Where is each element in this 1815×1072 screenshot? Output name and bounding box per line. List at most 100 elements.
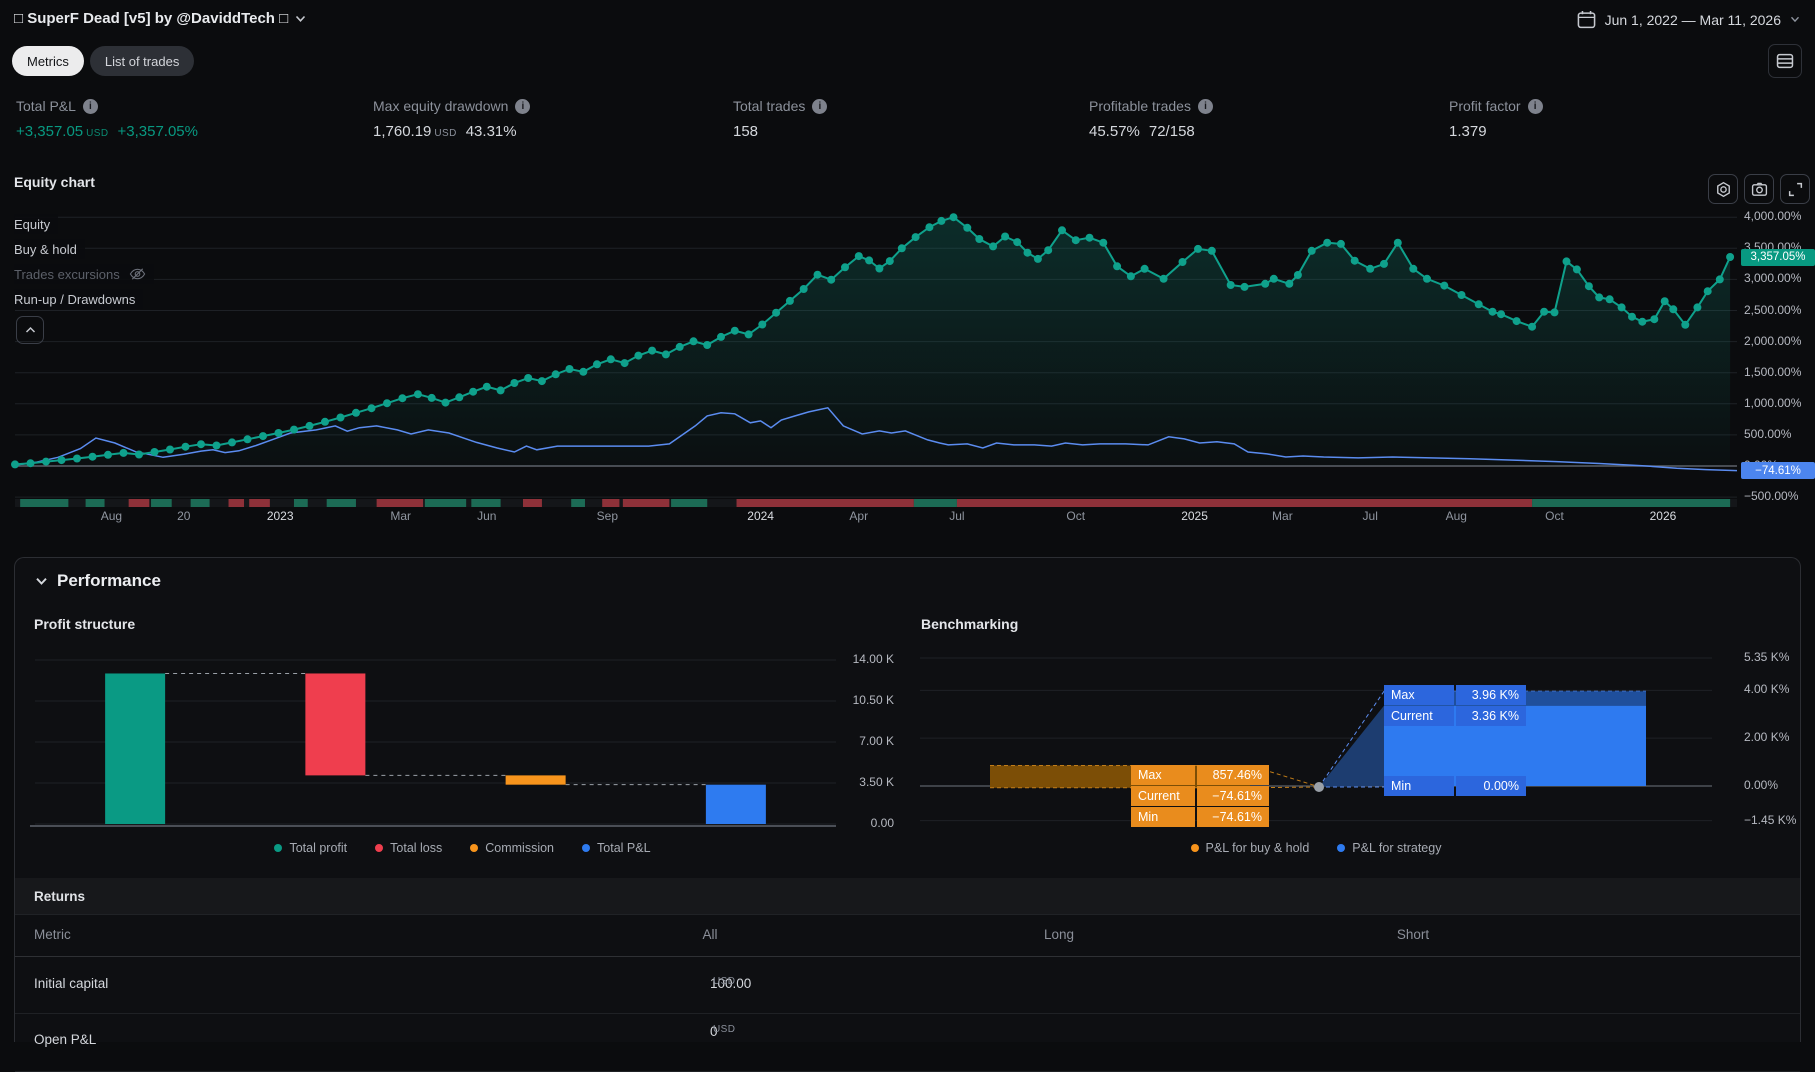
tooltip-value: 857.46% xyxy=(1197,765,1269,785)
tooltip-label: Max xyxy=(1131,765,1195,785)
benchmarking-chart[interactable] xyxy=(900,645,1815,860)
y-axis-label: 500.00% xyxy=(1744,426,1792,441)
legend-item-trades-excursions[interactable]: Trades excursions xyxy=(14,264,154,284)
tooltip-label: Min xyxy=(1384,776,1454,796)
tab-list-of-trades[interactable]: List of trades xyxy=(89,46,195,76)
date-range-label: Jun 1, 2022 — Mar 11, 2026 xyxy=(1604,11,1781,28)
waterfall-bar[interactable] xyxy=(505,775,566,785)
y-axis-label: 0.00% xyxy=(1744,778,1779,792)
chevron-down-icon xyxy=(296,15,306,22)
legend-dot-icon xyxy=(582,844,591,852)
trade-period-segment xyxy=(424,499,467,507)
legend-label: Run-up / Drawdowns xyxy=(14,291,136,307)
benchmarking-title: Benchmarking xyxy=(921,616,1019,632)
x-axis-label: Apr xyxy=(849,509,869,523)
returns-table-header: Metric All Long Short xyxy=(15,914,1800,957)
column-header-long: Long xyxy=(1043,927,1075,942)
stat-extra: 43.31% xyxy=(465,123,517,140)
stat-value: 1,760.19 xyxy=(373,123,432,140)
waterfall-bar[interactable] xyxy=(105,673,166,824)
tooltip-label: Current xyxy=(1131,786,1195,806)
waterfall-bar[interactable] xyxy=(305,673,366,776)
stat-value: +3,357.05 xyxy=(16,123,84,140)
info-icon[interactable]: i xyxy=(1527,98,1543,114)
rows-icon xyxy=(1776,53,1794,69)
info-icon[interactable]: i xyxy=(812,98,828,114)
stat-extra: 72/158 xyxy=(1148,123,1195,140)
stat-label: Profit factor xyxy=(1449,98,1521,114)
eye-off-icon[interactable] xyxy=(129,267,146,281)
trade-period-segment xyxy=(376,499,424,507)
trade-period-segment xyxy=(20,499,69,507)
legend-label: Commission xyxy=(485,841,555,855)
table-row: Open P&L 0 USD xyxy=(15,1014,1800,1072)
chevron-down-icon xyxy=(36,577,47,585)
legend-item-runup-drawdowns[interactable]: Run-up / Drawdowns xyxy=(14,289,144,309)
stat-label: Total trades xyxy=(733,98,806,114)
camera-icon xyxy=(1751,182,1767,196)
tooltip-row: Current 3.36 K% xyxy=(1384,706,1526,726)
y-axis-label: 1,500.00% xyxy=(1744,364,1802,379)
legend-label: P&L for buy & hold xyxy=(1205,841,1310,855)
legend-label: Buy & hold xyxy=(14,241,77,257)
tooltip-label: Min xyxy=(1131,807,1195,827)
legend-item-buy-hold[interactable]: Buy & hold xyxy=(14,239,85,259)
x-axis-label: 2025 xyxy=(1181,509,1208,523)
strategy-tooltip-min: Min 0.00% xyxy=(1384,776,1526,797)
equity-chart[interactable] xyxy=(0,200,1815,512)
x-axis-label: Sep xyxy=(596,509,619,523)
trade-period-segment xyxy=(249,499,270,507)
x-axis-label: Jun xyxy=(477,509,497,523)
expand-icon xyxy=(1788,182,1802,196)
y-axis-label: 0.00 xyxy=(870,816,894,830)
stat-profit-factor: Profit factor i 1.379 xyxy=(1449,96,1543,140)
profit-structure-legend: Total profit Total loss Commission Total P&… xyxy=(35,841,890,855)
stat-label: Max equity drawdown xyxy=(373,98,509,114)
tab-metrics[interactable]: Metrics xyxy=(12,46,84,76)
performance-header[interactable]: Performance xyxy=(35,571,161,591)
trade-period-strip xyxy=(15,499,1737,507)
x-axis-label: Mar xyxy=(1272,509,1293,523)
returns-table-body: Initial capital 100.00 USD Open P&L 0 USD xyxy=(15,956,1800,1072)
profit-structure-title: Profit structure xyxy=(34,616,136,632)
date-range-picker[interactable]: Jun 1, 2022 — Mar 11, 2026 xyxy=(1577,10,1800,29)
tooltip-value: −74.61% xyxy=(1197,786,1269,806)
layout-rows-button[interactable] xyxy=(1768,44,1802,78)
strategy-tooltip: Max 3.96 K% Current 3.36 K% xyxy=(1384,685,1526,727)
stat-value: 1.379 xyxy=(1449,123,1487,140)
legend-item-equity[interactable]: Equity xyxy=(14,214,59,234)
strategy-title: □ SuperF Dead [v5] by @DaviddTech □ xyxy=(14,10,289,27)
value-unit: USD xyxy=(713,976,736,987)
y-axis-label: 2,000.00% xyxy=(1744,333,1802,348)
stat-value: 45.57% xyxy=(1089,123,1140,140)
benchmarking-legend: P&L for buy & hold P&L for strategy xyxy=(920,841,1712,855)
stat-profitable-trades: Profitable trades i 45.57% 72/158 xyxy=(1089,96,1213,140)
waterfall-bar[interactable] xyxy=(705,784,766,824)
strategy-title-dropdown[interactable]: □ SuperF Dead [v5] by @DaviddTech □ xyxy=(14,10,306,27)
tooltip-row: Min 0.00% xyxy=(1384,776,1526,796)
info-icon[interactable]: i xyxy=(515,98,531,114)
stat-value: 158 xyxy=(733,123,759,140)
trade-period-segment xyxy=(326,499,356,507)
info-icon[interactable]: i xyxy=(1197,98,1213,114)
axis-price-badge: −74.61% xyxy=(1741,462,1815,480)
legend-collapse-button[interactable] xyxy=(16,316,44,344)
trade-period-segment xyxy=(622,499,670,507)
tooltip-value: −74.61% xyxy=(1197,807,1269,827)
info-icon[interactable]: i xyxy=(82,98,98,114)
trade-period-segment xyxy=(128,499,150,507)
profit-structure-chart[interactable] xyxy=(0,645,900,860)
x-axis-label: 2024 xyxy=(747,509,774,523)
axis-price-badge: 3,357.05% xyxy=(1741,248,1815,266)
origin-dot xyxy=(1314,782,1324,792)
chevron-up-icon xyxy=(25,326,35,333)
trade-period-segment xyxy=(602,499,620,507)
performance-title: Performance xyxy=(57,571,161,590)
x-axis-label: Oct xyxy=(1066,509,1086,523)
trade-period-segment xyxy=(151,499,172,507)
legend-item: P&L for buy & hold xyxy=(1190,841,1310,855)
x-axis-label: Aug xyxy=(100,509,123,523)
stat-total-pnl: Total P&L i +3,357.05 USD +3,357.05% xyxy=(16,96,198,140)
prof-bars xyxy=(105,673,766,824)
legend-dot-icon xyxy=(470,844,479,852)
